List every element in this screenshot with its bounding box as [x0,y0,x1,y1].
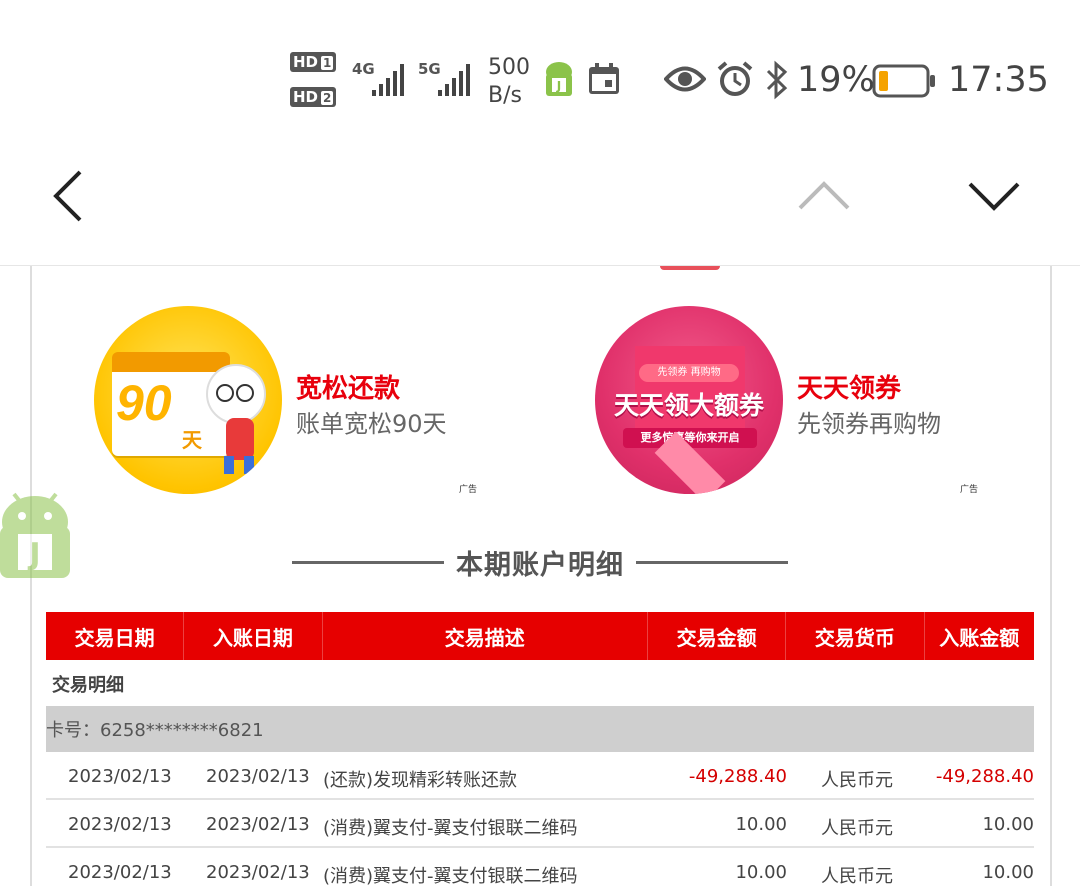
promo-subtitle: 账单宽松90天 [296,410,447,438]
cell-trans-amount: 10.00 [735,862,787,883]
table-row[interactable]: 2023/02/13 2023/02/13 (消费)翼支付-翼支付银联二维码 1… [46,801,1034,848]
sim2-hd-badge: HD 2 [290,87,337,107]
section-title: 本期账户明细 [292,540,788,584]
cell-trans-amount: -49,288.40 [688,766,787,787]
clock: 17:35 [948,60,1049,100]
promo-title: 天天领券 [797,374,902,404]
cell-trans-date: 2023/02/13 [68,814,172,835]
table-row[interactable]: 2023/02/13 2023/02/13 (消费)翼支付-翼支付银联二维码 1… [46,849,1034,896]
column-header-trans-amount: 交易金额 [648,612,787,660]
cell-post-amount: -49,288.40 [935,766,1034,787]
group-label: 交易明细 [52,675,124,696]
cell-currency: 人民币元 [821,866,893,887]
divider-right [636,560,788,564]
battery-icon [872,64,935,98]
column-header-trans-date: 交易日期 [46,612,185,660]
clipped-banner-edge [660,266,720,270]
promo-title: 宽松还款 [296,374,401,404]
android-app-icon: J [546,62,572,96]
card-number-row: 卡号：6258********6821 [46,706,1034,752]
column-header-post-amount: 入账金额 [939,625,1020,650]
column-header-post-date: 入账日期 [184,612,323,660]
cell-post-date: 2023/02/13 [206,766,310,787]
cell-trans-date: 2023/02/13 [68,766,172,787]
cell-currency: 人民币元 [821,770,893,791]
cell-description: (还款)发现精彩转账还款 [323,770,518,791]
cell-post-date: 2023/02/13 [206,862,310,883]
alarm-icon [717,61,753,96]
table-row[interactable]: 2023/02/13 2023/02/13 (还款)发现精彩转账还款 -49,2… [46,753,1034,800]
battery-percent: 19% [797,60,875,100]
status-bar: HD 1 HD 2 4G 5G 500 B/s J 19% 17:35 [0,0,1080,150]
svg-text:J: J [556,79,561,93]
signal-1-icon [372,62,404,96]
chevron-up-icon[interactable] [798,178,850,212]
ad-tag: 广告 [960,485,979,495]
section-title-text: 本期账户明细 [456,549,624,581]
promo-badge-top: 先领券 再购物 [639,364,739,382]
column-header-description: 交易描述 [323,612,648,660]
promo-image-90days: 90 天 [94,306,282,494]
cell-post-amount: 10.00 [982,862,1034,883]
network-speed: 500 B/s [488,55,530,108]
calendar-icon [589,63,619,94]
ad-tag: 广告 [459,485,478,495]
cell-description: (消费)翼支付-翼支付银联二维码 [323,818,578,839]
cell-trans-date: 2023/02/13 [68,862,172,883]
sim1-hd-badge: HD 1 [290,52,337,72]
cell-trans-amount: 10.00 [735,814,787,835]
eye-icon [664,66,706,92]
divider-left [292,560,444,564]
cell-post-date: 2023/02/13 [206,814,310,835]
back-arrow-icon[interactable] [50,168,90,224]
bluetooth-icon [766,60,788,100]
promo-subtitle: 先领券再购物 [797,410,941,438]
svg-text:J: J [27,537,40,572]
cell-description: (消费)翼支付-翼支付银联二维码 [323,866,578,887]
promo-badge-number: 90 [116,375,172,431]
promo-badge-text: 天天领大额券 [613,391,764,420]
table-header: 交易日期 入账日期 交易描述 交易金额 交易货币 入账金额 [46,612,1034,660]
nav-header [0,150,1080,266]
promo-badge-suffix: 天 [182,428,202,452]
column-header-currency: 交易货币 [786,612,925,660]
signal-2-icon [438,62,470,96]
chevron-down-icon[interactable] [968,178,1020,212]
promo-image-coupons: 先领券 再购物 天天领大额券 更多惊喜等你来开启 [595,306,783,494]
floating-android-icon[interactable]: J [0,490,70,582]
cell-currency: 人民币元 [821,818,893,839]
cell-post-amount: 10.00 [982,814,1034,835]
